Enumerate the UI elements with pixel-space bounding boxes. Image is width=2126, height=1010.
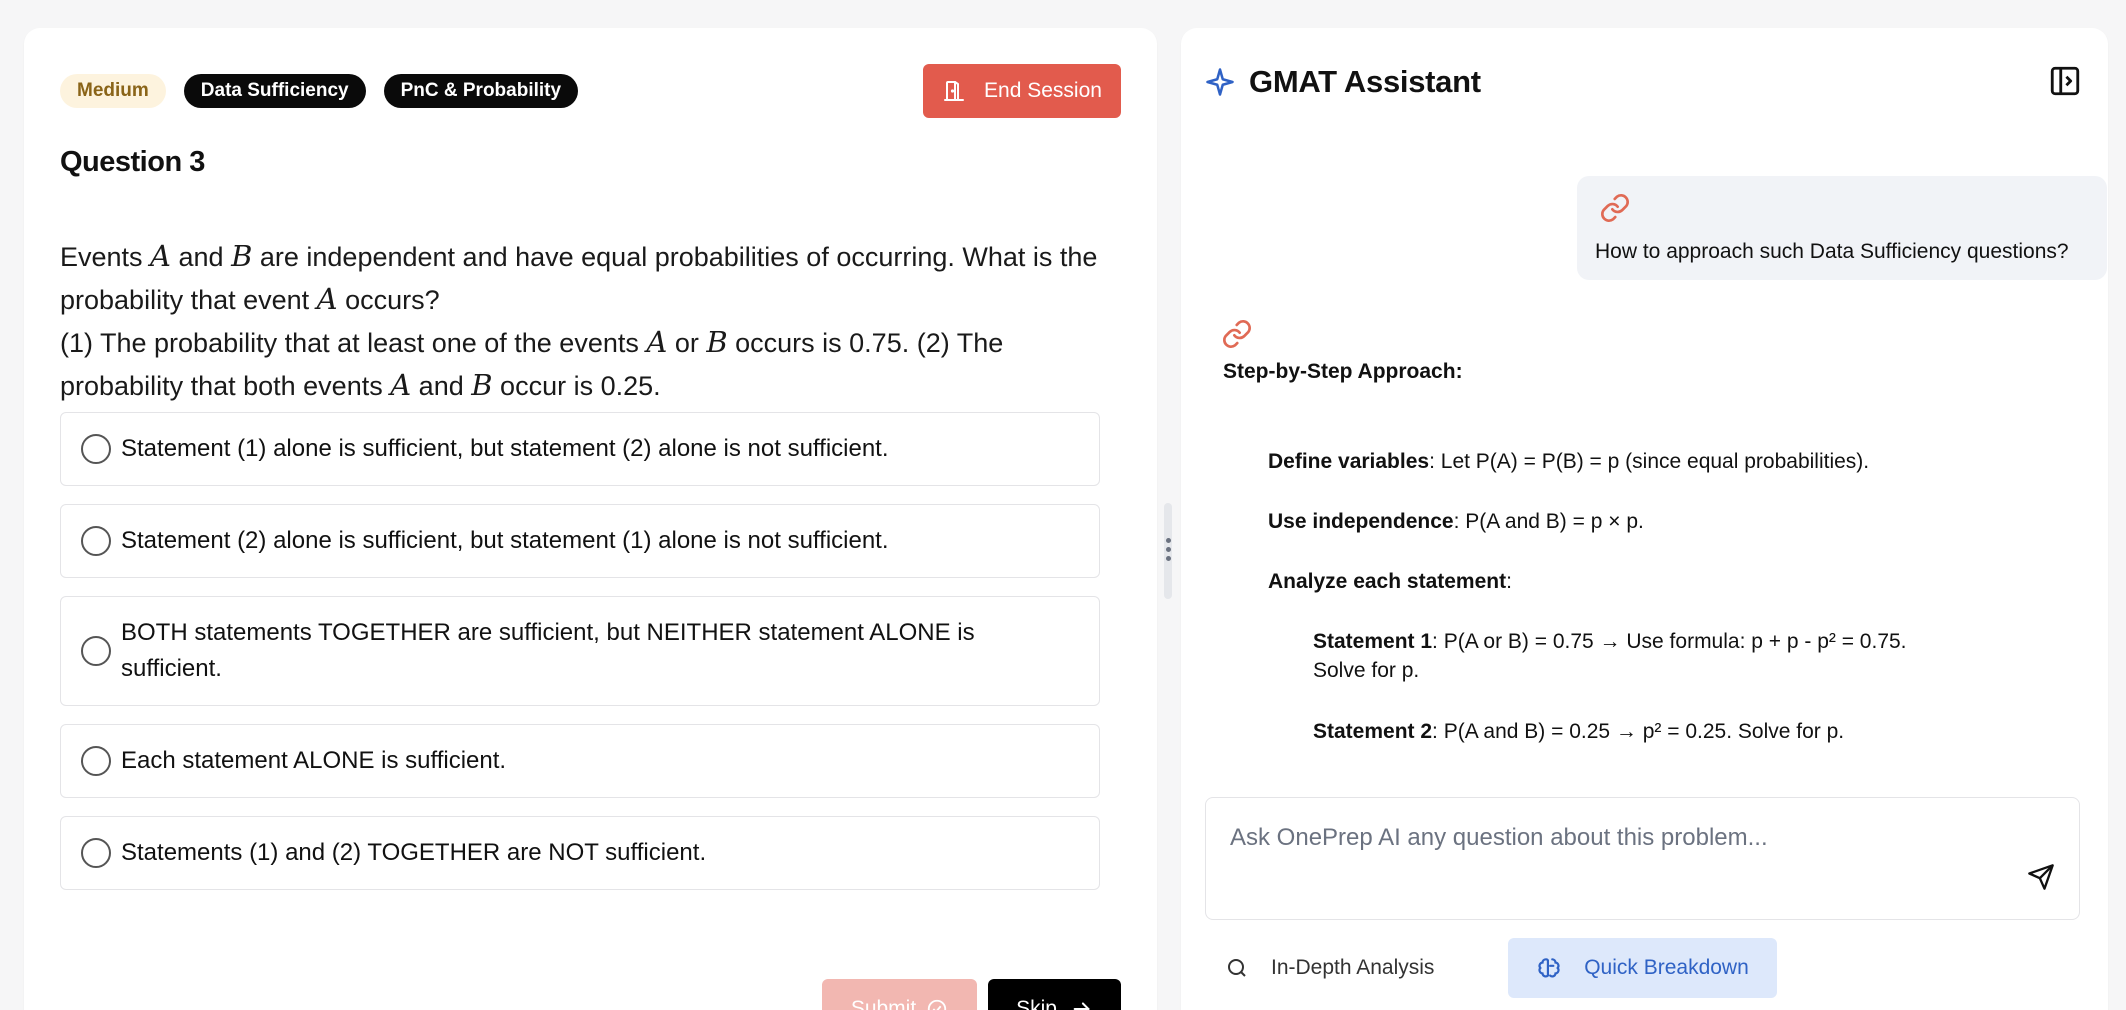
- type-tag: Data Sufficiency: [183, 74, 366, 108]
- assistant-header: GMAT Assistant: [1205, 64, 1481, 100]
- user-message-text: How to approach such Data Sufficiency qu…: [1595, 240, 2069, 263]
- answer-option-label: Statements (1) and (2) TOGETHER are NOT …: [121, 839, 707, 866]
- question-panel: Medium Data Sufficiency PnC & Probabilit…: [24, 28, 1157, 1010]
- radio-button[interactable]: [81, 838, 111, 868]
- in-depth-label: In-Depth Analysis: [1271, 956, 1435, 979]
- chat-input-box: [1205, 797, 2080, 920]
- end-session-button[interactable]: End Session: [923, 64, 1121, 118]
- radio-button[interactable]: [81, 434, 111, 464]
- drag-dots-icon: [1165, 538, 1171, 561]
- submit-label: Submit: [850, 997, 917, 1010]
- topic-tag: PnC & Probability: [383, 74, 579, 108]
- question-text: Events A and B are independent and have …: [60, 239, 1098, 402]
- response-heading: Step-by-Step Approach:: [1223, 360, 1463, 383]
- send-icon[interactable]: [2027, 863, 2055, 891]
- end-session-label: End Session: [984, 79, 1102, 102]
- assistant-panel: GMAT Assistant How to approach such Data…: [1181, 28, 2108, 1010]
- radio-button[interactable]: [81, 636, 111, 666]
- skip-button[interactable]: Skip: [988, 979, 1121, 1010]
- chat-input[interactable]: [1206, 798, 2079, 919]
- difficulty-tag: Medium: [60, 74, 166, 108]
- quick-breakdown-button[interactable]: Quick Breakdown: [1508, 938, 1777, 998]
- collapse-panel-icon[interactable]: [2048, 64, 2082, 98]
- link-icon: [1601, 194, 1629, 222]
- user-message-bubble: How to approach such Data Sufficiency qu…: [1577, 176, 2107, 280]
- search-icon: [1228, 959, 1246, 977]
- answer-option-a[interactable]: Statement (1) alone is sufficient, but s…: [60, 412, 1100, 486]
- answer-option-e[interactable]: Statements (1) and (2) TOGETHER are NOT …: [60, 816, 1100, 890]
- tag-row: Medium Data Sufficiency PnC & Probabilit…: [60, 74, 579, 108]
- brain-icon: [1538, 958, 1560, 978]
- response-step-3: Analyze each statement:: [1268, 570, 1512, 593]
- in-depth-analysis-button[interactable]: In-Depth Analysis: [1225, 938, 1434, 998]
- radio-button[interactable]: [81, 526, 111, 556]
- assistant-title: GMAT Assistant: [1249, 64, 1481, 99]
- answer-option-label: Statement (2) alone is sufficient, but s…: [121, 527, 889, 554]
- response-statement-1: Statement 1: P(A or B) = 0.75 → Use form…: [1313, 630, 1907, 682]
- answer-option-label: Statement (1) alone is sufficient, but s…: [121, 435, 889, 462]
- sparkle-icon: [1206, 68, 1234, 96]
- link-icon: [1223, 320, 1251, 348]
- answer-option-label: BOTH statements TOGETHER are sufficient,…: [121, 619, 975, 682]
- response-step-1: Define variables: Let P(A) = P(B) = p (s…: [1268, 450, 1870, 473]
- answer-option-d[interactable]: Each statement ALONE is sufficient.: [60, 724, 1100, 798]
- arrow-right-icon: [1073, 1002, 1090, 1010]
- answer-option-b[interactable]: Statement (2) alone is sufficient, but s…: [60, 504, 1100, 578]
- check-circle-icon: [928, 999, 947, 1010]
- submit-button[interactable]: Submit: [822, 979, 977, 1010]
- skip-label: Skip: [1016, 997, 1057, 1010]
- answer-option-c[interactable]: BOTH statements TOGETHER are sufficient,…: [60, 596, 1100, 706]
- response-step-2: Use independence: P(A and B) = p × p.: [1268, 510, 1644, 533]
- door-exit-icon: [944, 81, 965, 101]
- response-statement-2: Statement 2: P(A and B) = 0.25 → p² = 0.…: [1313, 720, 1845, 743]
- question-title: Question 3: [60, 146, 205, 178]
- quick-breakdown-label: Quick Breakdown: [1584, 956, 1749, 979]
- answer-option-label: Each statement ALONE is sufficient.: [121, 747, 507, 774]
- radio-button[interactable]: [81, 746, 111, 776]
